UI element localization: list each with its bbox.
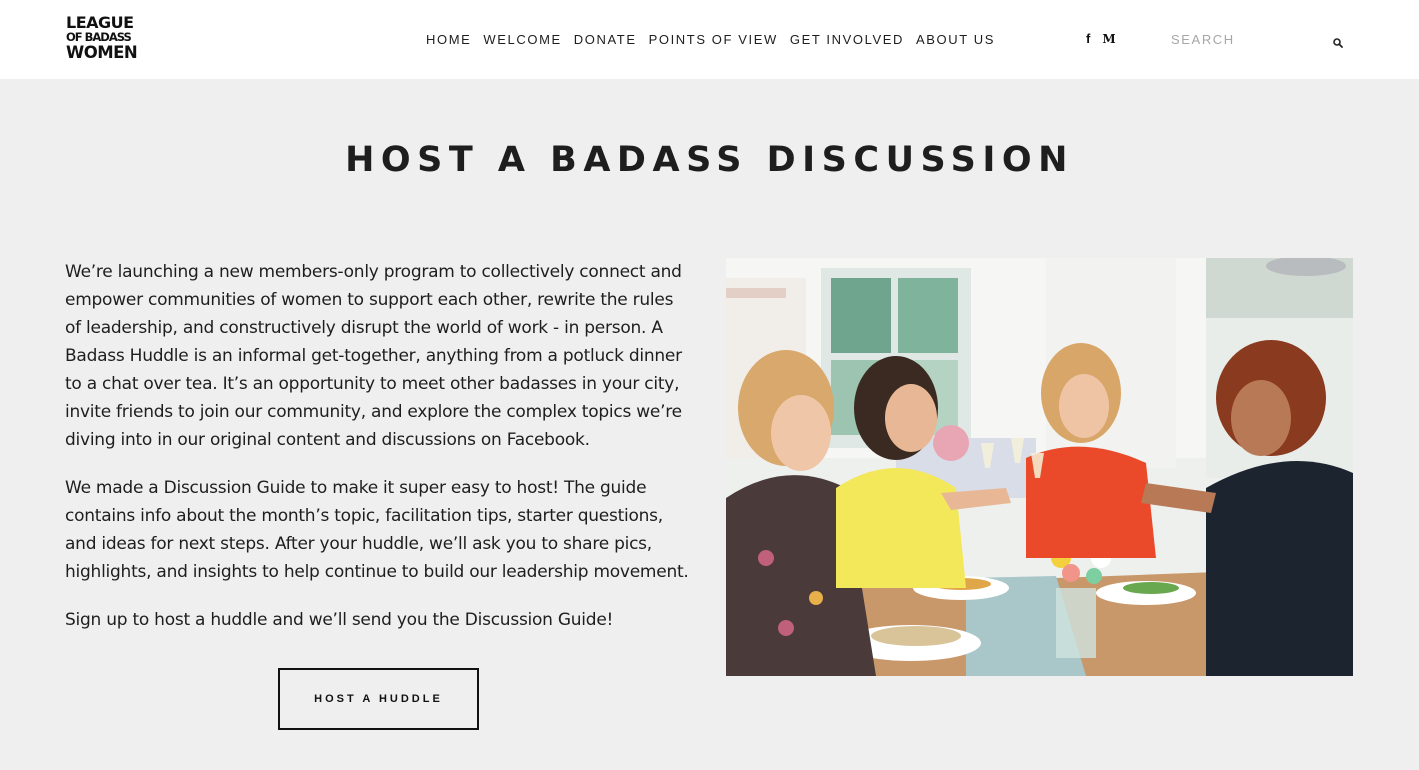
facebook-icon[interactable]: f: [1086, 31, 1090, 47]
social-links: f M: [1086, 31, 1116, 47]
nav-item-welcome[interactable]: WELCOME: [483, 32, 561, 47]
guide-paragraph: We made a Discussion Guide to make it su…: [65, 478, 689, 582]
huddle-photo: [726, 258, 1353, 676]
intro-content: We’re launching a new members-only progr…: [65, 258, 690, 654]
site-header: League of Badass Women HOME WELCOME DONA…: [0, 0, 1419, 79]
nav-item-points-of-view[interactable]: POINTS OF VIEW: [649, 32, 778, 47]
page-title: HOST A BADASS DISCUSSION: [345, 140, 1074, 180]
logo-line-2: of Badass: [66, 30, 132, 44]
nav-item-home[interactable]: HOME: [426, 32, 471, 47]
main-nav: HOME WELCOME DONATE POINTS OF VIEW GET I…: [426, 32, 1007, 47]
site-logo[interactable]: League of Badass Women: [66, 13, 138, 62]
intro-paragraph: We’re launching a new members-only progr…: [65, 262, 682, 450]
host-a-huddle-button[interactable]: HOST A HUDDLE: [278, 668, 479, 730]
signup-paragraph: Sign up to host a huddle and we’ll send …: [65, 610, 614, 630]
logo-line-1: League: [66, 13, 134, 32]
logo-line-3: Women: [66, 42, 138, 62]
nav-item-about-us[interactable]: ABOUT US: [916, 32, 995, 47]
nav-item-get-involved[interactable]: GET INVOLVED: [790, 32, 904, 47]
search-input[interactable]: [1169, 28, 1323, 50]
nav-item-donate[interactable]: DONATE: [574, 32, 637, 47]
search-icon[interactable]: [1333, 35, 1343, 48]
medium-icon[interactable]: M: [1102, 31, 1115, 47]
